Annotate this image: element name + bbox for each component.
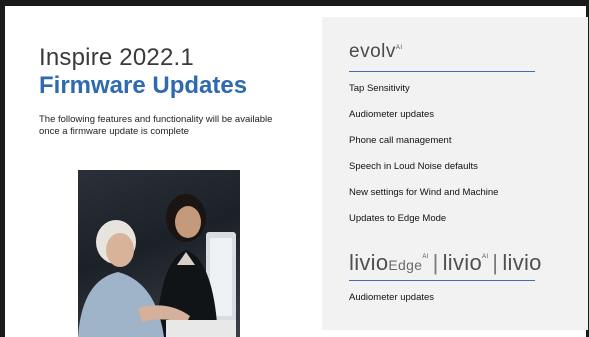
evolv-feature-list: Tap Sensitivity Audiometer updates Phone… xyxy=(349,83,498,239)
feature-item: New settings for Wind and Machine xyxy=(349,187,499,198)
evolv-divider xyxy=(349,71,535,72)
livio-feature-list: Audiometer updates xyxy=(349,292,434,318)
slide-subtitle: Firmware Updates xyxy=(39,72,248,99)
desk xyxy=(166,320,236,337)
photo-two-women-at-computer xyxy=(78,170,240,337)
livio-divider xyxy=(349,280,535,281)
feature-item: Audiometer updates xyxy=(349,292,435,303)
intro-text: The following features and functionality… xyxy=(39,114,273,137)
slide-left-border xyxy=(0,6,5,337)
face-right xyxy=(175,206,201,238)
feature-item: Audiometer updates xyxy=(349,109,435,120)
feature-item: Speech in Loud Noise defaults xyxy=(349,161,478,172)
evolv-ai-logo: evolvAI xyxy=(349,41,403,62)
blue-shirt xyxy=(78,272,164,337)
slide-title: Inspire 2022.1 xyxy=(39,44,194,71)
feature-item: Tap Sensitivity xyxy=(349,83,410,94)
feature-item: Phone call management xyxy=(349,135,452,146)
face-left xyxy=(106,233,134,267)
slide-top-border xyxy=(0,0,589,6)
livio-logos: livioEdgeAI | livioAI | livio xyxy=(349,250,542,275)
feature-item: Updates to Edge Mode xyxy=(349,213,447,224)
photo-illustration xyxy=(78,194,236,337)
